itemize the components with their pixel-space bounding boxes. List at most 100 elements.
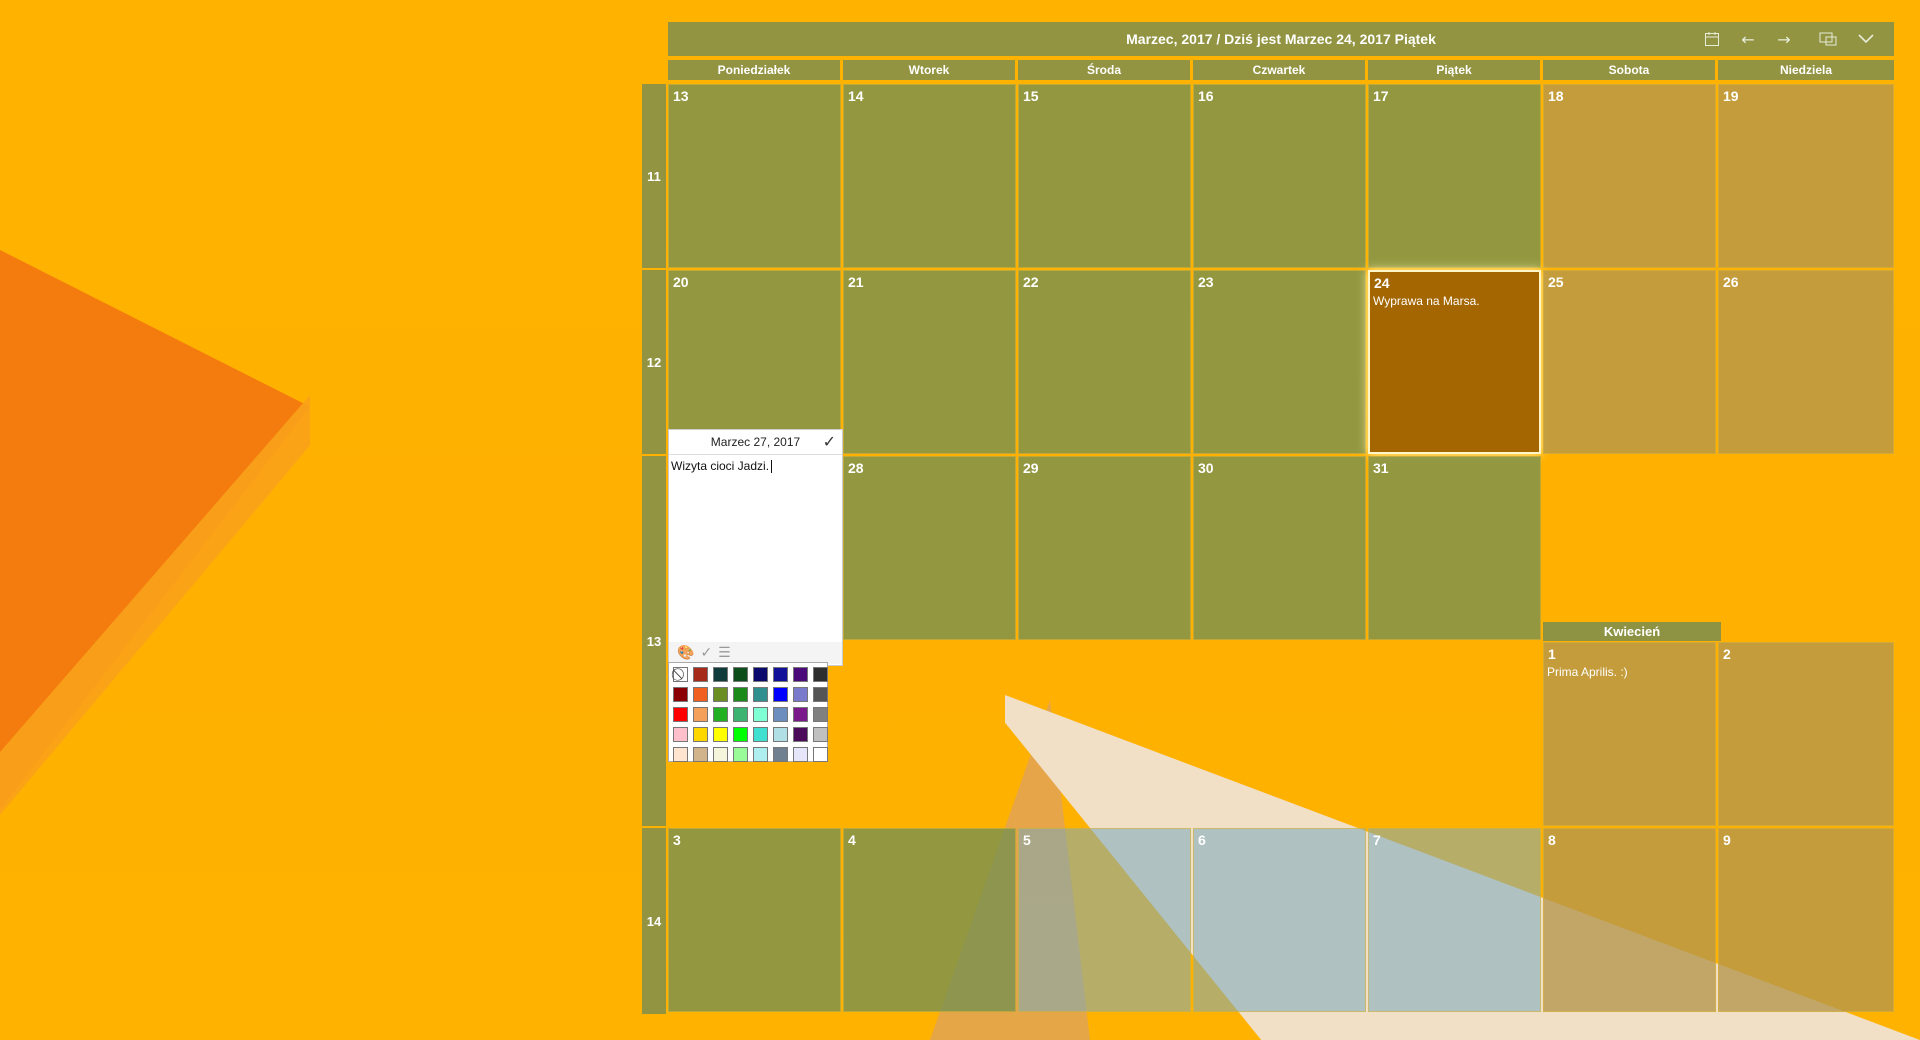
day-number: 9 [1723, 832, 1731, 848]
color-swatch[interactable] [693, 707, 708, 722]
day-cell[interactable]: 17 [1368, 84, 1541, 268]
day-number: 29 [1023, 460, 1039, 476]
day-cell[interactable]: 9 [1718, 828, 1894, 1012]
color-swatch[interactable] [673, 687, 688, 702]
color-swatch[interactable] [773, 667, 788, 682]
event-textarea[interactable]: Wizyta cioci Jadzi. [669, 455, 842, 477]
day-cell[interactable]: 16 [1193, 84, 1366, 268]
day-cell[interactable]: 23 [1193, 270, 1366, 454]
window-icon[interactable] [1816, 28, 1840, 50]
editor-header: Marzec 27, 2017 ✓ [669, 430, 842, 455]
color-swatch[interactable] [753, 687, 768, 702]
today-cell[interactable]: 24 Wyprawa na Marsa. [1368, 270, 1541, 454]
day-header: Czwartek [1193, 60, 1365, 80]
day-number: 22 [1023, 274, 1039, 290]
color-swatch[interactable] [773, 727, 788, 742]
color-swatch[interactable] [733, 707, 748, 722]
week-number: 11 [642, 84, 666, 268]
check-circle-icon[interactable]: ✓ [700, 645, 712, 661]
color-swatch[interactable] [713, 747, 728, 762]
color-swatch[interactable] [773, 707, 788, 722]
color-swatch[interactable] [753, 707, 768, 722]
day-cell[interactable]: 28 [843, 456, 1016, 640]
day-cell[interactable]: 15 [1018, 84, 1191, 268]
menu-icon[interactable]: ☰ [718, 645, 731, 661]
check-icon[interactable]: ✓ [823, 432, 836, 452]
color-swatch[interactable] [673, 747, 688, 762]
day-cell[interactable]: 21 [843, 270, 1016, 454]
day-number: 2 [1723, 646, 1731, 662]
day-cell[interactable]: 18 [1543, 84, 1716, 268]
color-swatch[interactable] [713, 707, 728, 722]
day-number: 24 [1374, 275, 1390, 291]
color-swatch[interactable] [693, 747, 708, 762]
day-cell[interactable]: 1 Prima Aprilis. :) [1543, 642, 1716, 826]
day-cell[interactable]: 30 [1193, 456, 1366, 640]
day-cell[interactable]: 29 [1018, 456, 1191, 640]
color-swatch[interactable] [733, 727, 748, 742]
day-cell[interactable]: 6 [1193, 828, 1366, 1012]
day-cell[interactable]: 4 [843, 828, 1016, 1012]
color-swatch[interactable] [693, 727, 708, 742]
week-number: 12 [642, 270, 666, 454]
color-swatch[interactable] [693, 667, 708, 682]
arrow-left-icon[interactable]: ← [1736, 28, 1760, 50]
calendar-icon[interactable] [1700, 28, 1724, 50]
color-swatch[interactable] [813, 707, 828, 722]
day-number: 3 [673, 832, 681, 848]
color-swatch[interactable] [733, 687, 748, 702]
day-cell[interactable]: 2 [1718, 642, 1894, 826]
day-cell[interactable]: 14 [843, 84, 1016, 268]
arrow-right-icon[interactable]: → [1772, 28, 1796, 50]
color-swatch[interactable] [793, 727, 808, 742]
day-cell[interactable]: 19 [1718, 84, 1894, 268]
day-cell[interactable]: 13 [668, 84, 841, 268]
color-swatch[interactable] [793, 747, 808, 762]
color-swatch[interactable] [813, 667, 828, 682]
event-text[interactable]: Prima Aprilis. :) [1547, 665, 1628, 679]
day-cell[interactable]: 26 [1718, 270, 1894, 454]
day-number: 16 [1198, 88, 1214, 104]
day-cell[interactable]: 8 [1543, 828, 1716, 1012]
day-cell[interactable]: 31 [1368, 456, 1541, 640]
day-number: 26 [1723, 274, 1739, 290]
color-swatch[interactable] [733, 667, 748, 682]
color-swatch[interactable] [673, 727, 688, 742]
color-swatch[interactable] [693, 687, 708, 702]
day-cell[interactable]: 3 [668, 828, 841, 1012]
color-swatch[interactable] [753, 747, 768, 762]
day-header: Wtorek [843, 60, 1015, 80]
day-cell[interactable]: 5 [1018, 828, 1191, 1012]
chevron-down-icon[interactable] [1854, 28, 1878, 50]
color-swatch[interactable] [713, 727, 728, 742]
day-cell[interactable]: 7 [1368, 828, 1541, 1012]
color-swatch[interactable] [753, 667, 768, 682]
color-swatch[interactable] [753, 727, 768, 742]
day-header: Poniedziałek [668, 60, 840, 80]
color-swatch[interactable] [813, 727, 828, 742]
color-swatch[interactable] [793, 687, 808, 702]
day-number: 18 [1548, 88, 1564, 104]
text-cursor [771, 460, 773, 474]
color-swatch[interactable] [713, 687, 728, 702]
day-cell[interactable]: 22 [1018, 270, 1191, 454]
day-cell[interactable]: 20 [668, 270, 841, 454]
day-number: 17 [1373, 88, 1389, 104]
day-number: 23 [1198, 274, 1214, 290]
color-swatch[interactable] [793, 667, 808, 682]
day-cell[interactable]: 25 [1543, 270, 1716, 454]
color-swatch[interactable] [773, 747, 788, 762]
day-header: Piątek [1368, 60, 1540, 80]
palette-icon[interactable]: 🎨 [677, 645, 694, 661]
color-swatch[interactable] [713, 667, 728, 682]
color-swatch[interactable] [673, 707, 688, 722]
event-text[interactable]: Wyprawa na Marsa. [1373, 294, 1480, 308]
day-number: 14 [848, 88, 864, 104]
day-number: 25 [1548, 274, 1564, 290]
no-color-swatch[interactable]: ⃠ [673, 667, 688, 682]
color-swatch[interactable] [793, 707, 808, 722]
color-swatch[interactable] [813, 687, 828, 702]
color-swatch[interactable] [733, 747, 748, 762]
color-swatch[interactable] [813, 747, 828, 762]
color-swatch[interactable] [773, 687, 788, 702]
